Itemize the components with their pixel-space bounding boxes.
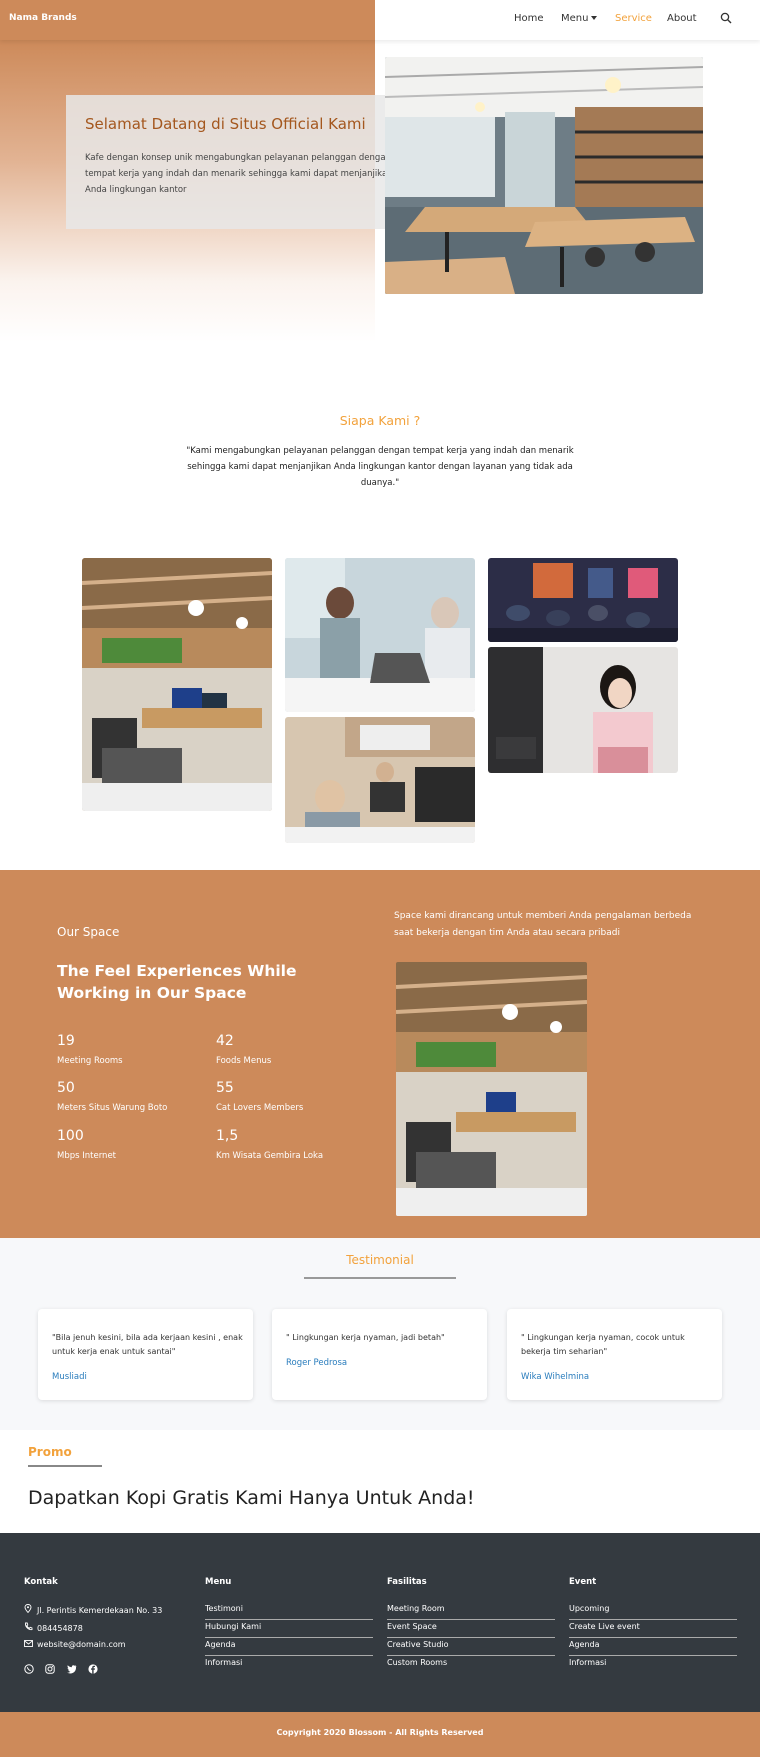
copyright-bar: Copyright 2020 Blossom - All Rights Rese… [0,1712,760,1757]
our-space-label: Our Space [57,925,120,939]
footer-divider [569,1655,737,1656]
stat-label: Foods Menus [216,1056,272,1066]
our-space-description: Space kami dirancang untuk memberi Anda … [394,911,692,938]
phone-icon [24,1622,34,1633]
testimonial-title: Testimonial [346,1253,414,1267]
about-quote: "Kami mengabungkan pelayanan pelanggan d… [186,446,574,488]
envelope-icon [24,1640,34,1649]
hero-title: Selamat Datang di Situs Official Kami [85,115,366,133]
promo-heading: Dapatkan Kopi Gratis Kami Hanya Untuk An… [28,1487,475,1509]
twitter-icon[interactable] [67,1664,77,1674]
location-pin-icon [24,1604,34,1615]
brand-logo[interactable]: Nama Brands [9,13,77,23]
footer-divider [205,1655,373,1656]
footer-link-event-space[interactable]: Event Space [387,1622,437,1631]
our-space-photo [396,962,587,1216]
stat-label: Meeting Rooms [57,1056,123,1066]
stat-value: 42 [216,1033,234,1049]
footer-divider [205,1637,373,1638]
footer-link-testimoni[interactable]: Testimoni [205,1604,243,1613]
footer-divider [569,1637,737,1638]
our-space-heading: The Feel Experiences While Working in Ou… [57,962,297,1002]
footer-phone: 084454878 [24,1622,83,1633]
hero-card: Selamat Datang di Situs Official Kami Ka… [66,95,413,229]
footer-link-create-live-event[interactable]: Create Live event [569,1622,640,1631]
testimonial-author[interactable]: Roger Pedrosa [286,1358,347,1368]
footer-fasilitas-title: Fasilitas [387,1577,427,1587]
stat-label: Meters Situs Warung Boto [57,1103,168,1113]
whatsapp-icon[interactable] [24,1664,34,1674]
stat-value: 55 [216,1080,234,1096]
testimonial-divider [304,1277,456,1279]
footer: Kontak Jl. Perintis Kemerdekaan No. 33 0… [0,1533,760,1712]
nav-about[interactable]: About [667,13,697,24]
stat-label: Cat Lovers Members [216,1103,304,1113]
hero-text: Kafe dengan konsep unik mengabungkan pel… [85,153,393,195]
gallery-image-coworking [82,558,272,811]
footer-email-text[interactable]: website@domain.com [37,1640,126,1649]
footer-link-informasi-event[interactable]: Informasi [569,1658,606,1667]
gallery-image-event [488,558,678,642]
footer-event-title: Event [569,1577,597,1587]
promo-divider [28,1465,102,1467]
nav-home[interactable]: Home [514,13,544,24]
footer-address: Jl. Perintis Kemerdekaan No. 33 [24,1604,162,1615]
stat-value: 50 [57,1080,75,1096]
testimonial-card: " Lingkungan kerja nyaman, cocok untuk b… [507,1309,722,1400]
footer-link-agenda[interactable]: Agenda [205,1640,236,1649]
footer-link-meeting-room[interactable]: Meeting Room [387,1604,445,1613]
footer-divider [205,1619,373,1620]
testimonial-author[interactable]: Wika Wihelmina [521,1372,589,1382]
search-icon[interactable] [720,12,732,24]
testimonial-card: " Lingkungan kerja nyaman, jadi betah" R… [272,1309,487,1400]
nav-menu-dropdown[interactable]: Menu [561,13,598,24]
chevron-down-icon [591,16,598,20]
stat-value: 1,5 [216,1128,239,1144]
stat-value: 100 [57,1128,84,1144]
footer-link-informasi[interactable]: Informasi [205,1658,242,1667]
facebook-icon[interactable] [88,1664,98,1674]
footer-address-text: Jl. Perintis Kemerdekaan No. 33 [37,1606,163,1615]
hero-office-photo [385,57,703,294]
testimonial-author[interactable]: Musliadi [52,1372,87,1382]
testimonial-section: Testimonial "Bila jenuh kesini, bila ada… [0,1238,760,1430]
footer-email: website@domain.com [24,1640,126,1649]
footer-divider [569,1619,737,1620]
testimonial-text: " Lingkungan kerja nyaman, jadi betah" [286,1333,445,1342]
footer-divider [387,1655,555,1656]
testimonial-text: "Bila jenuh kesini, bila ada kerjaan kes… [52,1333,243,1356]
footer-link-custom-rooms[interactable]: Custom Rooms [387,1658,447,1667]
footer-link-upcoming[interactable]: Upcoming [569,1604,609,1613]
page: Nama Brands Home Menu Service About Sela… [0,0,760,1757]
footer-divider [387,1619,555,1620]
stat-label: Km Wisata Gembira Loka [216,1151,324,1161]
footer-menu-title: Menu [205,1577,232,1587]
stat-label: Mbps Internet [57,1151,117,1161]
footer-link-hubungi-kami[interactable]: Hubungi Kami [205,1622,261,1631]
gallery-image-woman-laptop [488,647,678,773]
footer-kontak-title: Kontak [24,1577,58,1587]
promo-title: Promo [28,1445,72,1459]
about-title: Siapa Kami ? [339,413,421,428]
instagram-icon[interactable] [45,1664,55,1674]
footer-link-creative-studio[interactable]: Creative Studio [387,1640,449,1649]
footer-phone-text[interactable]: 084454878 [37,1624,83,1633]
stat-value: 19 [57,1033,75,1049]
nav-service[interactable]: Service [615,13,652,24]
testimonial-text: " Lingkungan kerja nyaman, cocok untuk b… [521,1333,685,1356]
testimonial-card: "Bila jenuh kesini, bila ada kerjaan kes… [38,1309,253,1400]
nav-menu-label: Menu [561,13,589,24]
navbar: Nama Brands Home Menu Service About [0,0,760,40]
gallery-image-meeting [285,558,475,712]
our-space-section: Our Space The Feel Experiences While Wor… [0,870,760,1238]
copyright-text: Copyright 2020 Blossom - All Rights Rese… [276,1728,484,1737]
gallery-image-workers [285,717,475,843]
footer-link-agenda-event[interactable]: Agenda [569,1640,600,1649]
footer-divider [387,1637,555,1638]
